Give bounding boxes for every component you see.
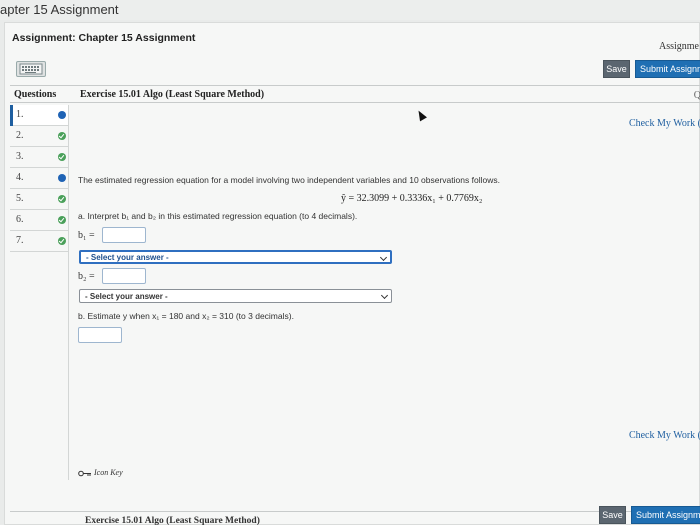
column-divider: [68, 105, 69, 480]
header-right-cut: Q: [693, 90, 700, 101]
footer-exercise-title: Exercise 15.01 Algo (Least Square Method…: [85, 516, 260, 525]
b1-label: b₁ =: [78, 230, 95, 241]
question-stem: The estimated regression equation for a …: [78, 175, 500, 185]
assignment-title: Assignment: Chapter 15 Assignment: [12, 32, 196, 44]
exercise-heading: Exercise 15.01 Algo (Least Square Method…: [80, 89, 265, 100]
chevron-down-icon: [379, 253, 388, 262]
question-item-5[interactable]: 5.: [10, 189, 68, 210]
icon-key[interactable]: Icon Key: [78, 468, 123, 477]
question-item-6[interactable]: 6.: [10, 210, 68, 231]
check-my-work-link-bottom[interactable]: Check My Work (: [629, 430, 700, 441]
part-a-prompt: a. Interpret b₁ and b₂ in this estimated…: [78, 211, 358, 221]
status-dot-icon: [58, 111, 66, 119]
check-my-work-link[interactable]: Check My Work (: [629, 118, 700, 129]
questions-heading: Questions: [14, 89, 57, 100]
header-row: Questions Exercise 15.01 Algo (Least Squ…: [10, 85, 700, 103]
question-item-4[interactable]: 4.: [10, 168, 68, 189]
keyboard-icon[interactable]: [16, 61, 46, 77]
check-icon: [58, 132, 66, 140]
question-item-3[interactable]: 3.: [10, 147, 68, 168]
b2-interpretation-select[interactable]: - Select your answer -: [79, 289, 392, 303]
footer-submit-assignment-button[interactable]: Submit Assignme: [631, 506, 700, 524]
save-button[interactable]: Save: [603, 60, 630, 78]
submit-assignment-button[interactable]: Submit Assignm: [635, 60, 700, 78]
question-list: 1. 2. 3. 4. 5. 6. 7.: [10, 105, 68, 252]
chevron-down-icon: [380, 291, 389, 300]
estimate-input[interactable]: [78, 327, 122, 343]
b2-input[interactable]: [102, 268, 146, 284]
question-item-7[interactable]: 7.: [10, 231, 68, 252]
regression-equation: ŷ = 32.3099 + 0.3336x₁ + 0.7769x₂: [341, 193, 483, 204]
b1-input[interactable]: [102, 227, 146, 243]
part-b-prompt: b. Estimate y when x₁ = 180 and x₂ = 310…: [78, 311, 294, 321]
status-dot-icon: [58, 174, 66, 182]
assignment-panel: Assignment: Chapter 15 Assignment Assign…: [4, 22, 700, 525]
footer-save-button[interactable]: Save: [599, 506, 626, 524]
check-icon: [58, 153, 66, 161]
assignment-right-label: Assignme: [659, 41, 699, 52]
key-icon: [78, 468, 94, 477]
b1-interpretation-select[interactable]: - Select your answer -: [79, 250, 392, 264]
check-icon: [58, 195, 66, 203]
window-title: apter 15 Assignment: [0, 0, 700, 20]
question-item-2[interactable]: 2.: [10, 126, 68, 147]
b2-label: b₂ =: [78, 271, 95, 282]
footer-divider: [10, 511, 700, 512]
question-item-1[interactable]: 1.: [10, 105, 68, 126]
check-icon: [58, 237, 66, 245]
check-icon: [58, 216, 66, 224]
